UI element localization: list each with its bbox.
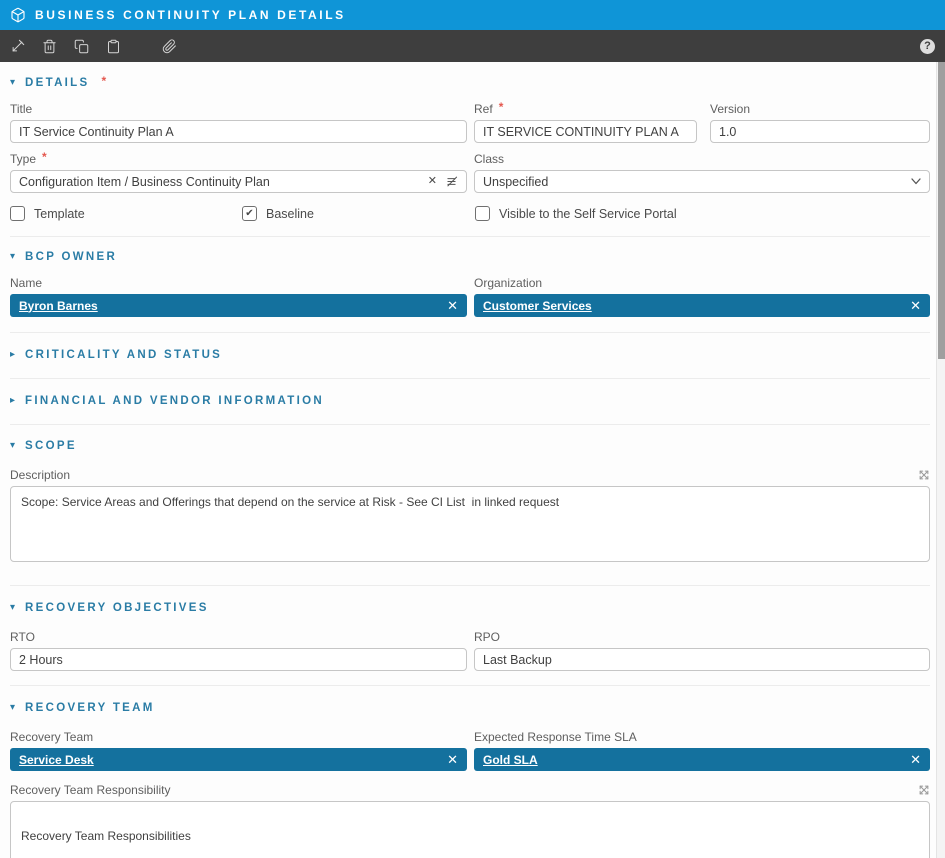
response-sla-label: Expected Response Time SLA [474, 730, 930, 744]
divider [10, 424, 930, 425]
section-title-details: DETAILS [25, 77, 89, 89]
chevron-down-icon[interactable]: ▾ [10, 603, 15, 613]
copy-icon[interactable] [74, 39, 89, 54]
paperclip-icon[interactable] [162, 39, 177, 54]
clear-icon[interactable]: ✕ [447, 753, 458, 766]
organization-label: Organization [474, 276, 930, 290]
rpo-input[interactable] [474, 648, 930, 671]
section-title-recovery-objectives: RECOVERY OBJECTIVES [25, 602, 209, 614]
form-body: ▾ DETAILS * Title Ref* Version Type* Co [0, 62, 936, 858]
chevron-right-icon[interactable]: ▸ [10, 396, 15, 406]
version-label: Version [710, 102, 930, 116]
description-label: Description [10, 468, 70, 482]
expand-icon[interactable] [918, 469, 930, 481]
clear-icon[interactable]: ✕ [910, 753, 921, 766]
baseline-checkbox[interactable] [242, 206, 257, 221]
section-header-criticality[interactable]: ▸ CRITICALITY AND STATUS [10, 349, 930, 361]
section-title-scope: SCOPE [25, 440, 77, 452]
section-header-financial[interactable]: ▸ FINANCIAL AND VENDOR INFORMATION [10, 395, 930, 407]
title-bar: BUSINESS CONTINUITY PLAN DETAILS [0, 0, 945, 30]
rto-label: RTO [10, 630, 467, 644]
scrollbar-thumb[interactable] [938, 62, 945, 359]
ssp-visible-checkbox-item[interactable]: Visible to the Self Service Portal [475, 206, 677, 221]
chevron-right-icon[interactable]: ▸ [10, 350, 15, 360]
recovery-team-link[interactable]: Service Desk [19, 753, 439, 767]
chevron-down-icon [911, 178, 921, 185]
expand-icon[interactable] [918, 784, 930, 796]
section-title-criticality: CRITICALITY AND STATUS [25, 349, 222, 361]
section-title-financial: FINANCIAL AND VENDOR INFORMATION [25, 395, 324, 407]
divider [10, 332, 930, 333]
response-sla-link[interactable]: Gold SLA [483, 753, 902, 767]
help-icon[interactable]: ? [920, 39, 935, 54]
owner-name-lookup[interactable]: Byron Barnes ✕ [10, 294, 467, 317]
class-label: Class [474, 152, 930, 166]
title-input[interactable] [10, 120, 467, 143]
bcp-details-window: BUSINESS CONTINUITY PLAN DETAILS [0, 0, 945, 858]
page-title: BUSINESS CONTINUITY PLAN DETAILS [35, 8, 346, 22]
required-asterisk: * [42, 150, 47, 164]
trash-icon[interactable] [42, 39, 57, 54]
chevron-down-icon[interactable]: ▾ [10, 703, 15, 713]
toolbar: ? [0, 30, 945, 62]
organization-lookup[interactable]: Customer Services ✕ [474, 294, 930, 317]
name-label: Name [10, 276, 467, 290]
divider [10, 685, 930, 686]
responsibility-textarea[interactable]: Recovery Team Responsibilities [10, 801, 930, 858]
section-header-recovery-team[interactable]: ▾ RECOVERY TEAM [10, 702, 930, 714]
baseline-checkbox-item[interactable]: Baseline [242, 206, 475, 221]
owner-name-link[interactable]: Byron Barnes [19, 299, 439, 313]
version-input[interactable] [710, 120, 930, 143]
section-header-recovery-objectives[interactable]: ▾ RECOVERY OBJECTIVES [10, 602, 930, 614]
template-checkbox[interactable] [10, 206, 25, 221]
description-textarea[interactable]: Scope: Service Areas and Offerings that … [10, 486, 930, 562]
recovery-team-lookup[interactable]: Service Desk ✕ [10, 748, 467, 771]
divider [10, 378, 930, 379]
section-header-details[interactable]: ▾ DETAILS * [10, 76, 930, 90]
clear-icon[interactable]: ✕ [910, 299, 921, 312]
section-header-scope[interactable]: ▾ SCOPE [10, 440, 930, 452]
chevron-down-icon[interactable]: ▾ [10, 78, 15, 88]
clear-icon[interactable]: ✕ [428, 176, 437, 187]
clear-icon[interactable]: ✕ [447, 299, 458, 312]
divider [10, 585, 930, 586]
required-asterisk: * [499, 100, 504, 114]
vertical-scrollbar[interactable] [936, 62, 945, 858]
rto-input[interactable] [10, 648, 467, 671]
class-select[interactable]: Unspecified [474, 170, 930, 193]
rpo-label: RPO [474, 630, 930, 644]
ref-label: Ref* [474, 102, 697, 116]
ref-input[interactable] [474, 120, 697, 143]
type-label: Type* [10, 152, 467, 166]
response-sla-lookup[interactable]: Gold SLA ✕ [474, 748, 930, 771]
organization-link[interactable]: Customer Services [483, 299, 902, 313]
divider [10, 236, 930, 237]
title-label: Title [10, 102, 467, 116]
responsibility-label: Recovery Team Responsibility [10, 783, 171, 797]
cube-icon [10, 7, 26, 23]
section-header-bcp-owner[interactable]: ▾ BCP OWNER [10, 251, 930, 263]
pin-icon[interactable] [10, 39, 25, 54]
chevron-down-icon[interactable]: ▾ [10, 252, 15, 262]
clipboard-icon[interactable] [106, 39, 121, 54]
template-checkbox-item[interactable]: Template [10, 206, 242, 221]
chevron-down-icon[interactable]: ▾ [10, 441, 15, 451]
section-title-bcp-owner: BCP OWNER [25, 251, 117, 263]
type-field[interactable]: Configuration Item / Business Continuity… [10, 170, 467, 193]
ssp-visible-checkbox[interactable] [475, 206, 490, 221]
section-title-recovery-team: RECOVERY TEAM [25, 702, 155, 714]
recovery-team-label: Recovery Team [10, 730, 467, 744]
required-asterisk: * [101, 74, 106, 88]
browse-list-icon[interactable] [445, 175, 458, 188]
